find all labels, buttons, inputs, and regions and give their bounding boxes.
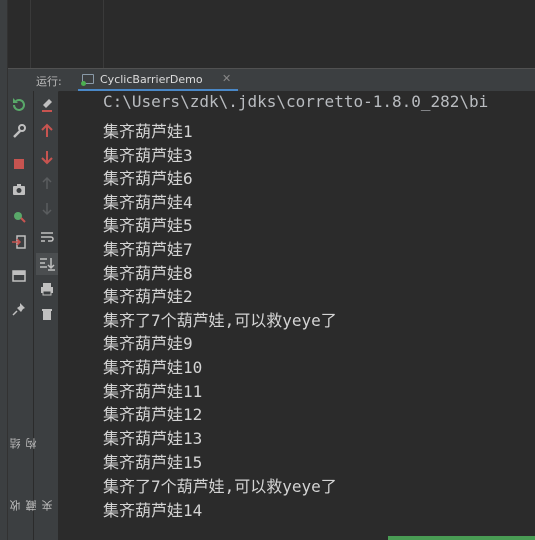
tab-cyclicbarrierdemo[interactable]: CyclicBarrierDemo ✕ [78,69,258,92]
console-line: 集齐葫芦娃8 [103,264,193,283]
console-line: 集齐葫芦娃13 [103,429,203,448]
pin-icon[interactable] [11,301,27,317]
console-output[interactable]: C:\Users\zdk\.jdks\corretto-1.8.0_282\bi… [59,91,535,540]
console-line: 集齐葫芦娃10 [103,358,203,377]
clear-icon[interactable] [39,97,55,113]
toolbar-divider [33,91,34,540]
print-icon[interactable] [39,281,55,297]
arrow-up-icon[interactable] [39,123,55,139]
run-config-icon [81,74,94,86]
arrow-up-disabled-icon [39,175,55,191]
arrow-down-icon[interactable] [39,149,55,165]
editor-gutter-line [30,0,31,68]
console-line: 集齐葫芦娃9 [103,334,193,353]
favorites-tab[interactable]: 收藏夹 [8,500,56,511]
close-icon[interactable]: ✕ [222,72,231,85]
console-line: 集齐葫芦娃1 [103,122,193,141]
console-line: 集齐葫芦娃15 [103,453,203,472]
layout-icon[interactable] [11,268,27,284]
window-left-edge [0,0,8,540]
console-line: 集齐了7个葫芦娃,可以救yeye了 [103,311,337,330]
console-line: 集齐葫芦娃4 [103,193,193,212]
stop-icon[interactable] [11,156,27,172]
status-progress-strip [388,536,535,540]
editor-area [8,0,535,68]
camera-icon[interactable] [11,182,27,198]
run-toolbar [8,91,58,540]
console-line: 集齐葫芦娃5 [103,216,193,235]
console-line: 集齐葫芦娃7 [103,240,193,259]
soft-wrap-icon[interactable] [39,229,55,245]
structure-tab[interactable]: 结构 [8,438,40,449]
scroll-end-icon[interactable] [36,253,58,275]
trash-icon[interactable] [39,306,55,322]
rerun-icon[interactable] [11,97,27,113]
editor-divider [103,0,104,68]
console-line: 集齐葫芦娃11 [103,382,203,401]
tab-title: CyclicBarrierDemo [100,73,203,86]
arrow-down-disabled-icon [39,201,55,217]
console-line: 集齐葫芦娃12 [103,405,203,424]
run-tool-window-header: 运行: CyclicBarrierDemo ✕ [8,68,535,92]
console-line-command: C:\Users\zdk\.jdks\corretto-1.8.0_282\bi [103,92,489,111]
login-icon[interactable] [11,234,27,250]
debug-icon[interactable] [11,208,27,224]
console-line: 集齐了7个葫芦娃,可以救yeye了 [103,477,337,496]
console-line: 集齐葫芦娃6 [103,169,193,188]
wrench-icon[interactable] [11,123,27,139]
run-label: 运行: [36,75,62,88]
console-line: 集齐葫芦娃3 [103,146,193,165]
console-line: 集齐葫芦娃14 [103,501,203,520]
console-line: 集齐葫芦娃2 [103,287,193,306]
